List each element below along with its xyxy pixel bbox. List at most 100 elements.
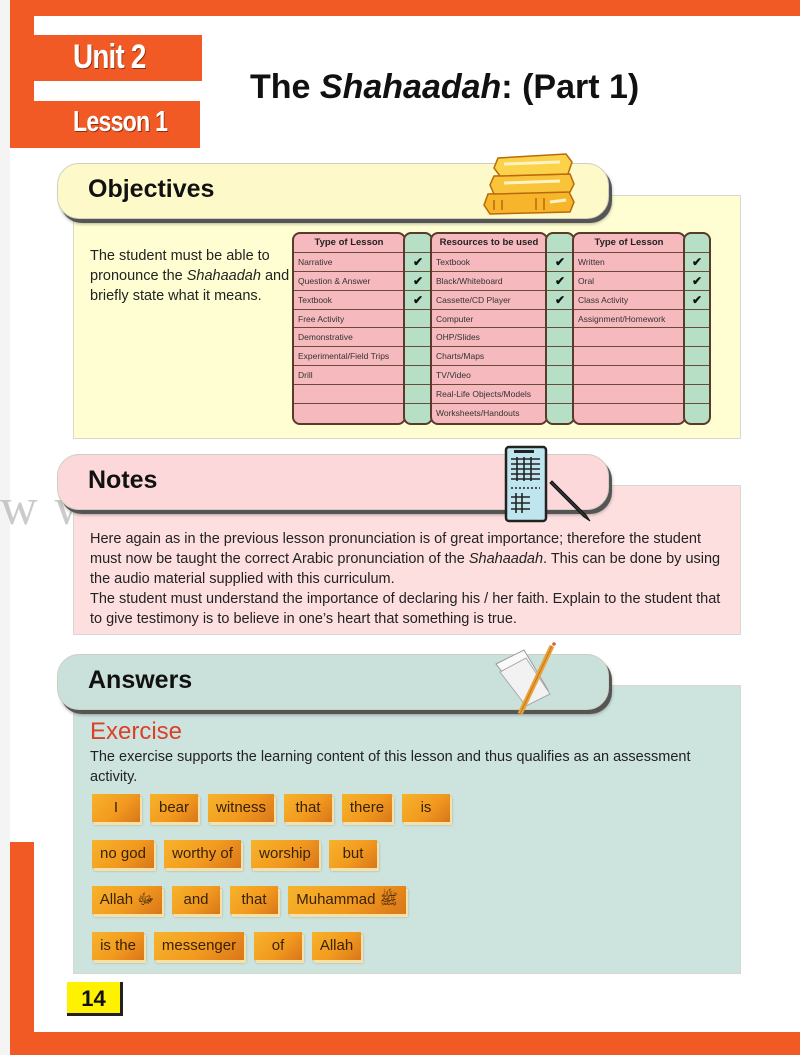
clipboard-pen-icon xyxy=(504,445,591,523)
checklist-header: Type of Lesson xyxy=(574,234,684,253)
checklist-row-label xyxy=(574,385,684,405)
checklist-header: Resources to be used xyxy=(432,234,546,253)
checklist-row-label: Class Activity xyxy=(574,291,684,310)
word-tile[interactable]: bear xyxy=(150,794,198,822)
checklist-table-3-labels: Type of Lesson Written Oral Class Activity A… xyxy=(572,232,686,425)
empty-check-cell xyxy=(547,347,573,367)
checklist-row-label: Textbook xyxy=(432,253,546,272)
checklist-row-label: Textbook xyxy=(294,291,404,310)
word-tile[interactable]: and xyxy=(172,886,220,914)
check-icon: ✔ xyxy=(685,272,709,291)
checklist-header: Type of Lesson xyxy=(294,234,404,253)
check-icon: ✔ xyxy=(685,253,709,272)
checklist-row-label: Written xyxy=(574,253,684,272)
checklist-row-label: Assignment/Homework xyxy=(574,310,684,329)
checklist-row-label xyxy=(574,404,684,423)
books-icon xyxy=(483,153,575,215)
empty-check-cell xyxy=(405,328,431,348)
check-icon: ✔ xyxy=(547,272,573,291)
page-number: 14 xyxy=(67,982,123,1016)
empty-check-cell xyxy=(685,366,709,386)
empty-check-cell xyxy=(685,347,709,367)
empty-check-cell xyxy=(405,385,431,405)
word-tile[interactable]: that xyxy=(230,886,278,914)
title-italic: Shahaadah xyxy=(319,68,502,106)
word-tile[interactable]: witness xyxy=(208,794,274,822)
word-tile[interactable]: messenger xyxy=(154,932,244,960)
check-icon: ✔ xyxy=(405,253,431,272)
page-title: The Shahaadah: (Part 1) xyxy=(250,68,639,107)
check-icon: ✔ xyxy=(547,291,573,310)
empty-check-cell xyxy=(685,404,709,423)
checklist-row-label: Charts/Maps xyxy=(432,347,546,367)
checklist-row-label xyxy=(294,385,404,405)
word-tile[interactable]: Allah ﷻ xyxy=(92,886,162,914)
checklist-row-label xyxy=(294,404,404,423)
checklist-row-label: Oral xyxy=(574,272,684,291)
word-tile[interactable]: is the xyxy=(92,932,144,960)
word-tile[interactable]: that xyxy=(284,794,332,822)
empty-check-cell xyxy=(547,385,573,405)
checklist-header-check-cell xyxy=(685,234,709,253)
checklist-row-label xyxy=(574,366,684,386)
empty-check-cell xyxy=(685,385,709,405)
frame-top-bar xyxy=(10,0,800,16)
word-tile[interactable]: worthy of xyxy=(164,840,241,868)
notes-paragraph-1: Here again as in the previous lesson pro… xyxy=(90,529,730,589)
check-icon: ✔ xyxy=(547,253,573,272)
check-icon: ✔ xyxy=(405,272,431,291)
paper-pencil-icon xyxy=(495,642,556,716)
checklist-row-label: Demonstrative xyxy=(294,328,404,348)
checklist-row-label: Cassette/CD Player xyxy=(432,291,546,310)
checklist-table-2-checks: ✔ ✔ ✔ xyxy=(545,232,575,425)
checklist-table-3-checks: ✔ ✔ ✔ xyxy=(683,232,711,425)
checklist-row-label: Worksheets/Handouts xyxy=(436,408,520,419)
empty-check-cell xyxy=(685,310,709,329)
word-tile[interactable]: there xyxy=(342,794,392,822)
word-tile[interactable]: worship xyxy=(251,840,319,868)
empty-check-cell xyxy=(685,328,709,348)
exercise-description: The exercise supports the learning conte… xyxy=(90,749,691,785)
title-prefix: The xyxy=(250,68,320,106)
check-icon: ✔ xyxy=(405,291,431,310)
word-tile[interactable]: Allah xyxy=(312,932,361,960)
objectives-text: The student must be able to pronounce th… xyxy=(90,246,290,306)
exercise-heading: Exercise xyxy=(90,718,183,745)
word-tile[interactable]: but xyxy=(329,840,377,868)
checklist-row-label xyxy=(574,328,684,348)
answers-heading: Answers xyxy=(88,666,193,694)
checklist-row-label: Narrative xyxy=(294,253,404,272)
checklist-header-check-cell xyxy=(405,234,431,253)
notes-text-italic: Shahaadah xyxy=(468,551,544,567)
checklist-row-label: Drill xyxy=(294,366,404,386)
empty-check-cell xyxy=(405,347,431,367)
empty-check-cell xyxy=(547,366,573,386)
word-tile[interactable]: Muhammad ﷺ xyxy=(288,886,406,914)
page-edge xyxy=(0,0,10,1055)
empty-check-cell xyxy=(547,310,573,329)
frame-left-bar xyxy=(10,0,34,148)
objectives-text-italic: Shahaadah xyxy=(186,268,261,284)
frame-bottom-bar xyxy=(10,1032,800,1055)
checklist-row-label: OHP/Slides xyxy=(432,328,546,348)
checklist-table-2-labels: Resources to be used Textbook Black/Whiteb… xyxy=(430,232,548,425)
empty-check-cell xyxy=(405,310,431,329)
empty-check-cell xyxy=(405,366,431,386)
empty-check-cell xyxy=(547,328,573,348)
word-tile[interactable]: is xyxy=(402,794,450,822)
checklist-table-1-labels: Type of Lesson Narrative Question & Answer… xyxy=(292,232,406,425)
notes-text: Here again as in the previous lesson pro… xyxy=(90,529,730,629)
checklist-row-label: Black/Whiteboard xyxy=(432,272,546,291)
word-tile[interactable]: I xyxy=(92,794,140,822)
word-tile[interactable]: of xyxy=(254,932,302,960)
checklist-row-label: TV/Video xyxy=(432,366,546,386)
empty-check-cell xyxy=(547,404,573,423)
notes-heading: Notes xyxy=(88,466,158,494)
checklist-row-label: Real-Life Objects/Models xyxy=(432,385,546,405)
lesson-label: Lesson 1 xyxy=(73,106,168,138)
checklist-header-check-cell xyxy=(547,234,573,253)
checklist-row-label xyxy=(574,347,684,367)
word-tile[interactable]: no god xyxy=(92,840,154,868)
checklist-row-label: Question & Answer xyxy=(294,272,404,291)
notes-paragraph-2: The student must understand the importan… xyxy=(90,591,721,627)
